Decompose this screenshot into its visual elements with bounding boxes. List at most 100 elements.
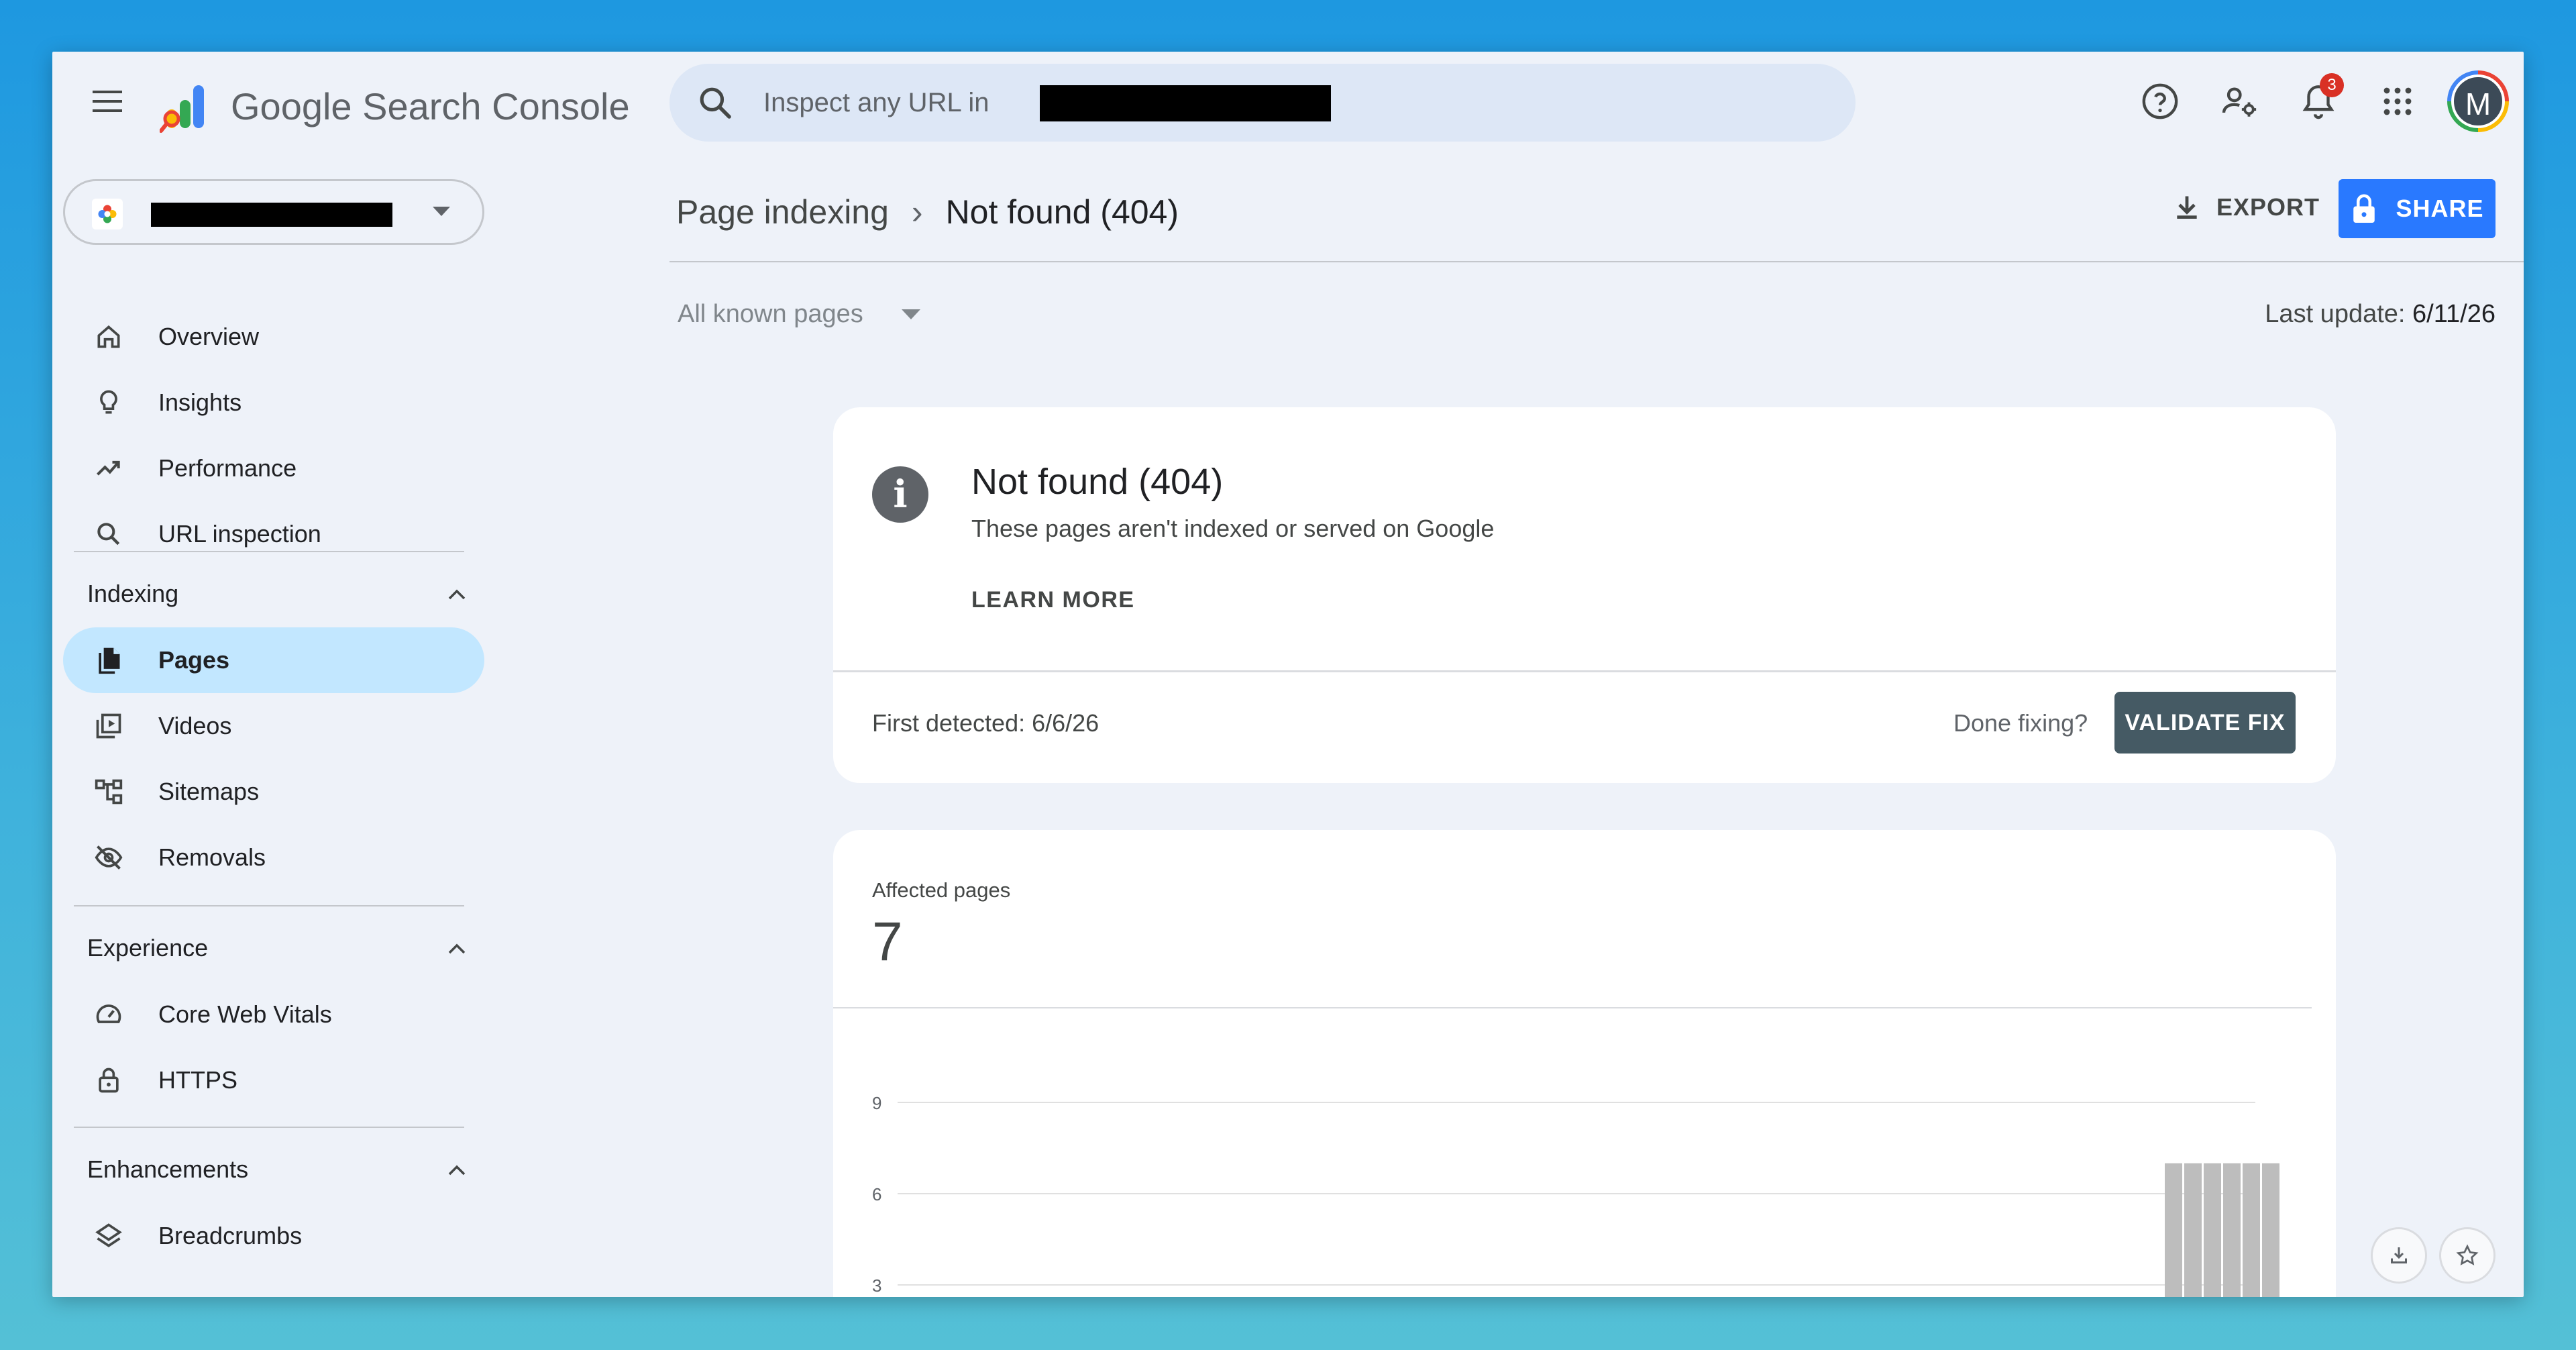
breadcrumb: Page indexing › Not found (404) xyxy=(676,189,1179,236)
export-label: EXPORT xyxy=(2216,193,2320,221)
chart-bar[interactable] xyxy=(2184,1163,2202,1297)
property-icon xyxy=(92,199,123,229)
issue-card: i Not found (404) These pages aren't ind… xyxy=(833,407,2336,783)
chevron-up-icon xyxy=(448,1165,466,1176)
help-icon[interactable] xyxy=(2139,80,2182,123)
download-icon xyxy=(2391,1247,2407,1263)
sidebar-item-label: URL inspection xyxy=(158,520,321,548)
star-icon xyxy=(2456,1244,2479,1265)
section-header-enhancements[interactable]: Enhancements xyxy=(87,1146,476,1193)
download-icon xyxy=(2177,196,2197,219)
bookmark-chart-button[interactable] xyxy=(2439,1227,2496,1284)
sidebar-item-label: Breadcrumbs xyxy=(158,1222,303,1249)
filter-label: All known pages xyxy=(678,300,863,328)
notification-badge: 3 xyxy=(2320,73,2344,97)
sidebar-item-label: HTTPS xyxy=(158,1066,238,1094)
card-divider xyxy=(833,670,2336,672)
search-icon xyxy=(93,518,125,550)
trending-up-icon xyxy=(93,452,125,484)
redacted-property-name xyxy=(151,203,392,227)
visibility-off-icon xyxy=(93,841,125,874)
chevron-down-icon xyxy=(433,207,450,216)
home-icon xyxy=(93,321,125,353)
share-button[interactable]: SHARE xyxy=(2339,179,2496,238)
search-icon xyxy=(696,84,734,121)
url-inspect-search[interactable]: Inspect any URL in xyxy=(669,64,1856,142)
download-chart-button[interactable] xyxy=(2371,1227,2427,1284)
page-title: Not found (404) xyxy=(945,193,1179,231)
lock-icon xyxy=(93,1064,125,1096)
last-update-label: Last update: xyxy=(2265,300,2406,328)
avatar[interactable]: M xyxy=(2447,70,2509,132)
breadcrumb-parent[interactable]: Page indexing xyxy=(676,193,889,231)
chart-bar[interactable] xyxy=(2243,1163,2260,1297)
last-update-value: 6/11/26 xyxy=(2412,300,2496,328)
issue-description: These pages aren't indexed or served on … xyxy=(971,515,1495,542)
y-tick-label: 3 xyxy=(872,1276,881,1296)
info-icon: i xyxy=(872,466,928,523)
app-title[interactable]: Google Search Console xyxy=(231,80,630,134)
video-library-icon xyxy=(93,710,125,742)
redacted-domain xyxy=(1040,85,1331,121)
avatar-initial: M xyxy=(2451,74,2505,128)
sidebar-item-url-inspection[interactable]: URL inspection xyxy=(63,501,484,567)
top-bar: Google Search Console Inspect any URL in… xyxy=(52,52,2524,154)
sidebar-item-removals[interactable]: Removals xyxy=(63,825,484,890)
section-header-indexing[interactable]: Indexing xyxy=(87,570,476,617)
y-tick-label: 9 xyxy=(872,1093,881,1113)
sidebar-item-https[interactable]: HTTPS xyxy=(63,1047,484,1113)
sidebar-item-label: Removals xyxy=(158,843,266,871)
manage-users-icon[interactable] xyxy=(2218,80,2261,123)
affected-pages-chart: 9 6 3 xyxy=(872,1093,2279,1297)
share-label: SHARE xyxy=(2396,195,2484,222)
sidebar-item-insights[interactable]: Insights xyxy=(63,370,484,435)
sidebar-item-breadcrumbs[interactable]: Breadcrumbs xyxy=(63,1203,484,1269)
search-input[interactable]: Inspect any URL in xyxy=(763,64,989,142)
export-button[interactable]: EXPORT xyxy=(2172,180,2320,234)
learn-more-link[interactable]: LEARN MORE xyxy=(971,587,1135,613)
sidebar-item-core-web-vitals[interactable]: Core Web Vitals xyxy=(63,982,484,1047)
chart-bar[interactable] xyxy=(2223,1163,2241,1297)
pages-filter-dropdown[interactable]: All known pages xyxy=(678,291,920,338)
sidebar-item-label: Sitemaps xyxy=(158,778,260,805)
chart-bar[interactable] xyxy=(2204,1163,2221,1297)
first-detected: First detected: 6/6/26 xyxy=(872,709,1099,737)
layers-icon xyxy=(93,1220,125,1252)
sidebar-divider xyxy=(74,1127,464,1128)
y-tick-label: 6 xyxy=(872,1184,881,1204)
menu-icon[interactable] xyxy=(87,81,127,121)
issue-title: Not found (404) xyxy=(971,462,1224,502)
chevron-up-icon xyxy=(448,943,466,954)
speed-icon xyxy=(93,998,125,1031)
chevron-right-icon: › xyxy=(911,193,923,231)
chart-bar[interactable] xyxy=(2262,1163,2279,1297)
sidebar-item-label: Pages xyxy=(158,646,230,674)
sidebar-item-sitemaps[interactable]: Sitemaps xyxy=(63,759,484,825)
section-title: Enhancements xyxy=(87,1155,249,1183)
chevron-down-icon xyxy=(902,309,920,319)
sitemap-icon xyxy=(93,776,125,808)
search-console-logo-icon[interactable] xyxy=(159,80,216,134)
sidebar-item-label: Core Web Vitals xyxy=(158,1000,332,1028)
sidebar-item-label: Insights xyxy=(158,388,242,416)
lock-icon xyxy=(2353,194,2375,223)
sidebar-item-label: Videos xyxy=(158,712,232,739)
section-header-experience[interactable]: Experience xyxy=(87,925,476,972)
sidebar-item-videos[interactable]: Videos xyxy=(63,693,484,759)
section-title: Indexing xyxy=(87,580,179,607)
apps-grid-icon[interactable] xyxy=(2376,80,2419,123)
sidebar-divider xyxy=(74,551,464,552)
sidebar-item-overview[interactable]: Overview xyxy=(63,304,484,370)
property-selector[interactable] xyxy=(63,179,484,245)
sidebar-item-label: Performance xyxy=(158,454,297,482)
validate-fix-button[interactable]: VALIDATE FIX xyxy=(2114,692,2296,754)
section-title: Experience xyxy=(87,934,209,962)
notifications-icon[interactable]: 3 xyxy=(2297,73,2344,123)
chart-bar[interactable] xyxy=(2165,1163,2182,1297)
chevron-up-icon xyxy=(448,589,466,600)
lightbulb-icon xyxy=(93,386,125,419)
sidebar-item-pages[interactable]: Pages xyxy=(63,627,484,693)
app-window: Google Search Console Inspect any URL in… xyxy=(52,52,2524,1297)
sidebar-item-performance[interactable]: Performance xyxy=(63,435,484,501)
last-update: Last update: 6/11/26 xyxy=(2265,291,2496,338)
